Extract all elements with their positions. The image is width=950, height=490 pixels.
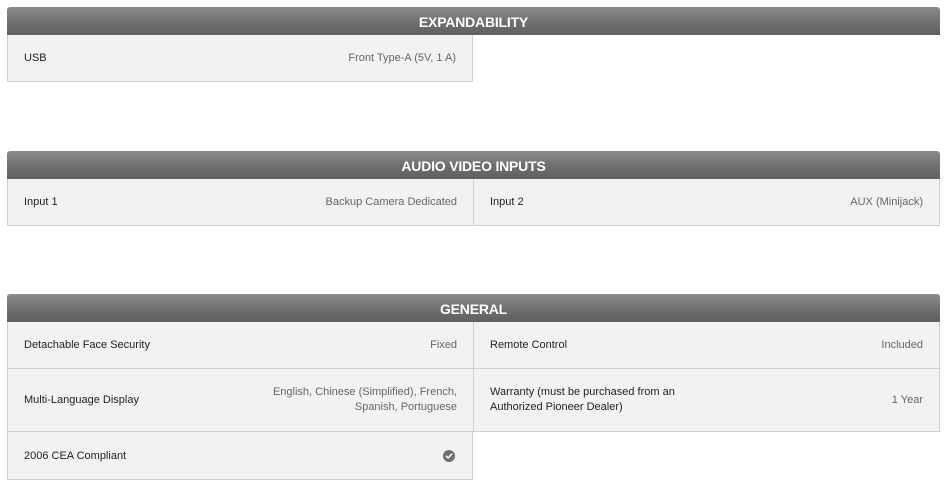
spec-value: Included (881, 339, 923, 351)
section-title-expandability: EXPANDABILITY (7, 7, 940, 35)
spec-value: Fixed (430, 339, 457, 351)
spec-row-cea-compliant: 2006 CEA Compliant (7, 432, 473, 480)
spec-value: Front Type-A (5V, 1 A) (348, 52, 456, 64)
spec-value: English, Chinese (Simplified), French, S… (272, 386, 457, 413)
spec-row-input-1: Input 1 Backup Camera Dedicated (7, 179, 473, 226)
spec-value: AUX (Minijack) (850, 196, 923, 208)
spec-value: Backup Camera Dedicated (325, 196, 457, 208)
spec-label: Detachable Face Security (24, 339, 150, 351)
spec-row-detachable-face-security: Detachable Face Security Fixed (7, 322, 473, 369)
spec-label: 2006 CEA Compliant (24, 449, 127, 462)
spec-label: USB (24, 52, 47, 64)
spec-value: 1 Year (891, 394, 923, 406)
spec-label: Input 1 (24, 196, 58, 208)
section-general: GENERAL Detachable Face Security Fixed R… (7, 294, 940, 480)
spec-grid-general: Detachable Face Security Fixed Remote Co… (7, 322, 940, 480)
section-title-audio-video-inputs: AUDIO VIDEO INPUTS (7, 151, 940, 179)
spec-row-usb: USB Front Type-A (5V, 1 A) (7, 35, 473, 82)
spec-row-warranty: Warranty (must be purchased from an Auth… (473, 369, 940, 432)
spec-row-multi-language-display: Multi-Language Display English, Chinese … (7, 369, 473, 432)
spec-label: Warranty (must be purchased from an Auth… (490, 386, 675, 413)
section-expandability: EXPANDABILITY USB Front Type-A (5V, 1 A) (7, 7, 940, 82)
section-title-general: GENERAL (7, 294, 940, 322)
spec-label: Multi-Language Display (24, 394, 139, 406)
spec-grid-expandability: USB Front Type-A (5V, 1 A) (7, 35, 940, 82)
spec-label: Remote Control (490, 339, 568, 351)
spec-row-remote-control: Remote Control Included (473, 322, 940, 369)
spec-label: Input 2 (490, 196, 524, 208)
check-circle-icon (443, 449, 455, 462)
spec-grid-audio-video-inputs: Input 1 Backup Camera Dedicated Input 2 … (7, 179, 940, 226)
section-audio-video-inputs: AUDIO VIDEO INPUTS Input 1 Backup Camera… (7, 151, 940, 226)
spec-row-input-2: Input 2 AUX (Minijack) (473, 179, 940, 226)
